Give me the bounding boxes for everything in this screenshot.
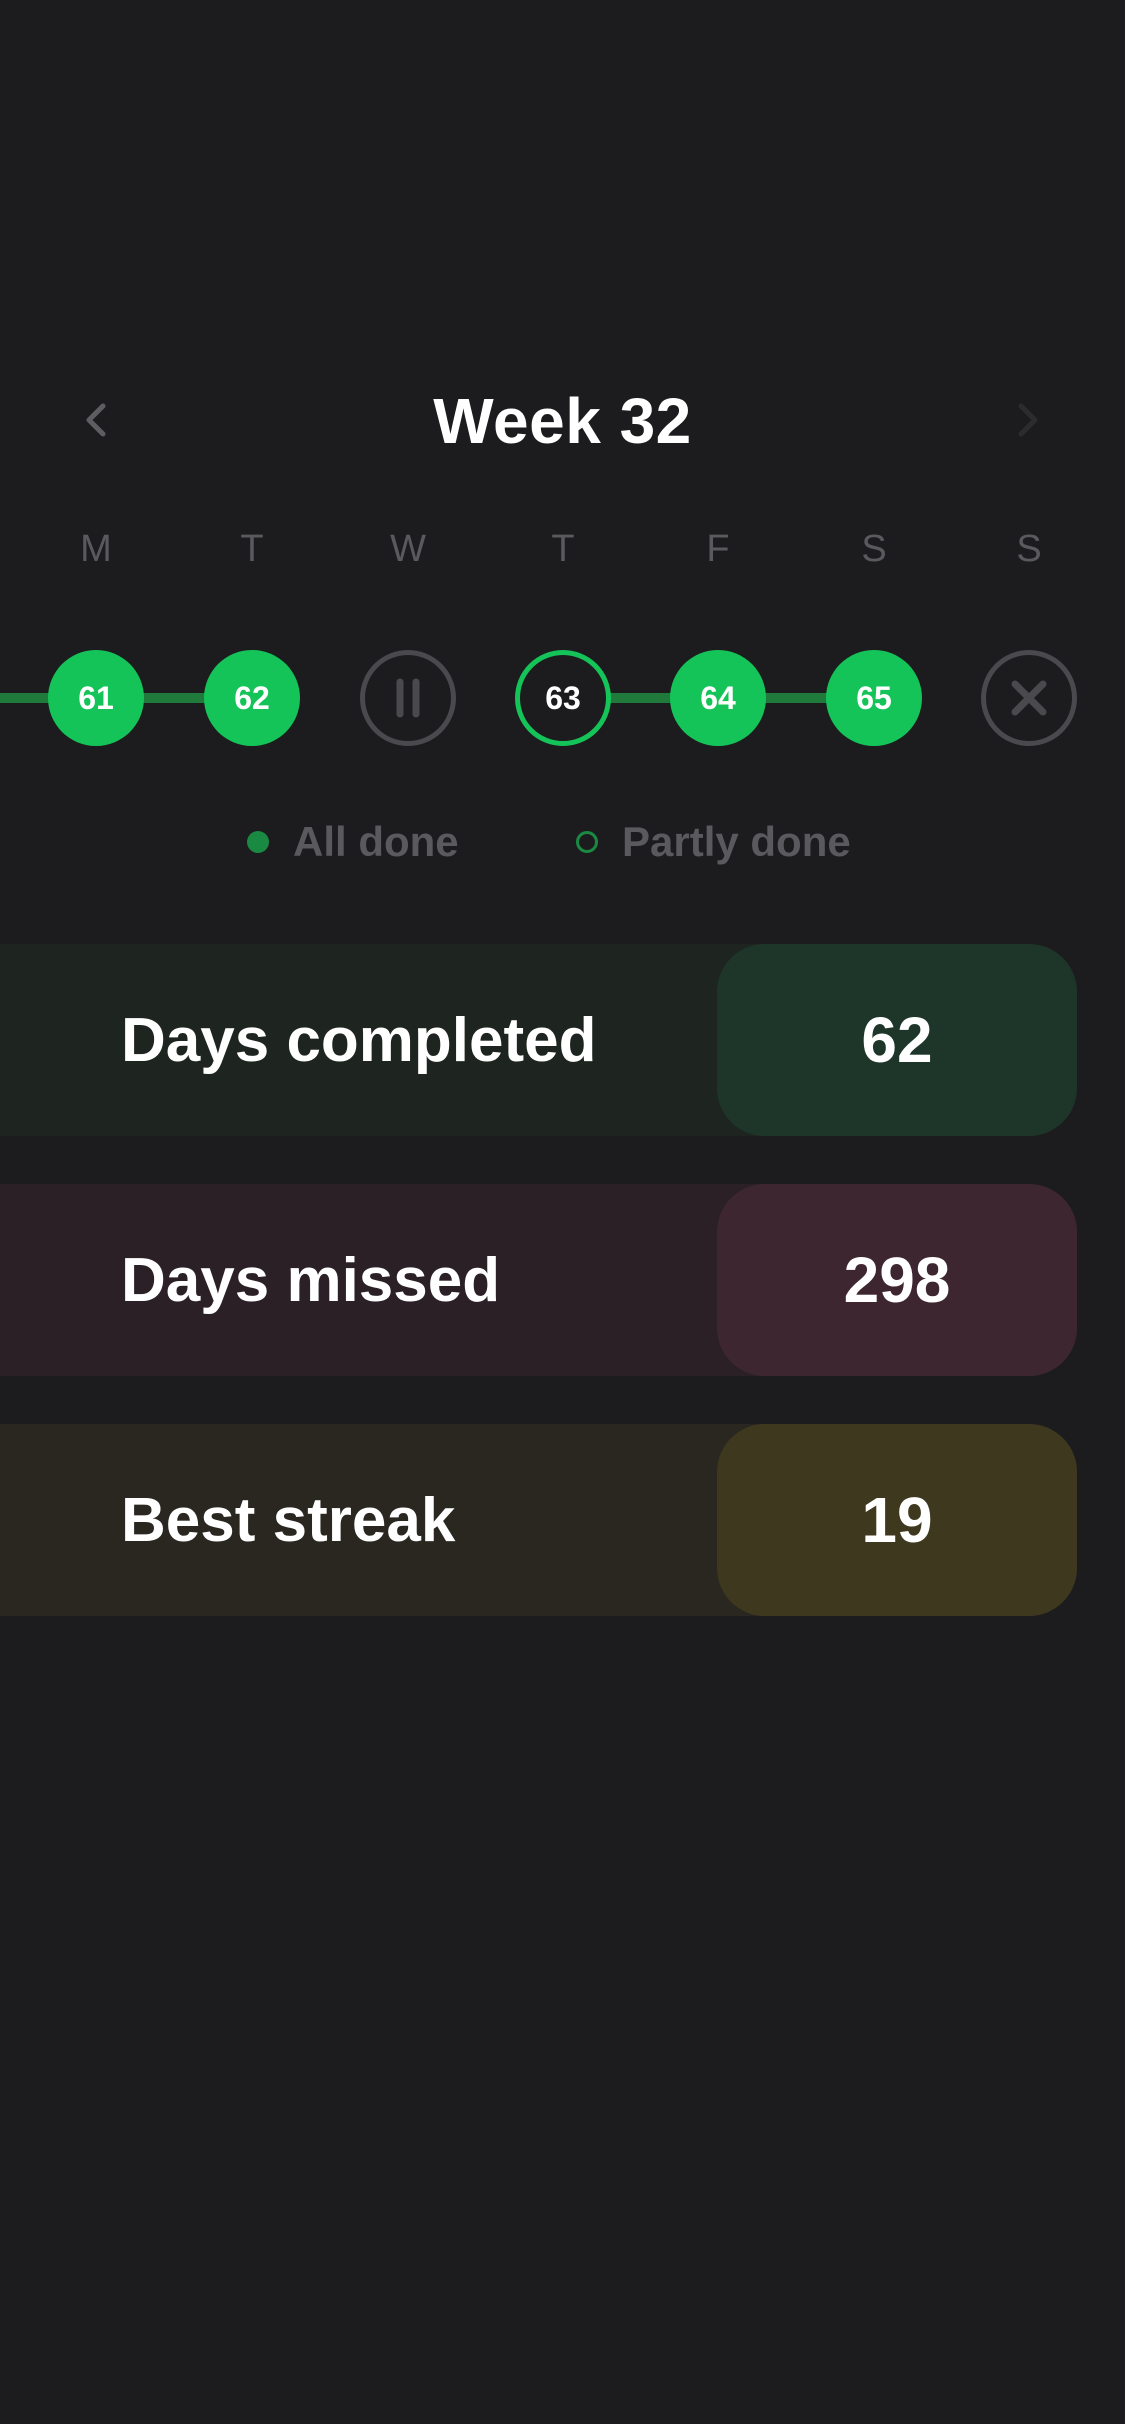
stat-label: Days missed: [121, 1245, 501, 1315]
stat-value: 19: [717, 1424, 1077, 1616]
stat-label: Best streak: [121, 1485, 456, 1555]
weekday-label-wed: W: [390, 528, 426, 570]
stat-card-days-missed: Days missed 298: [0, 1184, 1077, 1376]
day-circle-mon[interactable]: 61: [48, 650, 144, 746]
weekday-label-fri: F: [706, 528, 730, 570]
stat-card-days-completed: Days completed 62: [0, 944, 1077, 1136]
weekday-labels: M T W T F S S: [0, 528, 1125, 578]
weekday-label-mon: M: [80, 528, 112, 570]
day-circle-wed[interactable]: [360, 650, 456, 746]
weekday-label-thu: T: [551, 528, 575, 570]
day-circle-sat[interactable]: 65: [826, 650, 922, 746]
legend-partly-done-label: Partly done: [622, 818, 851, 865]
stat-value: 298: [717, 1184, 1077, 1376]
filled-dot-icon: [247, 831, 269, 853]
day-circle-thu[interactable]: 63: [515, 650, 611, 746]
chevron-right-icon: [1018, 403, 1038, 437]
legend-all-done-label: All done: [293, 818, 459, 865]
day-circle-tue[interactable]: 62: [204, 650, 300, 746]
day-circle-fri[interactable]: 64: [670, 650, 766, 746]
close-icon: [1011, 680, 1047, 716]
week-header: Week 32: [0, 370, 1125, 470]
weekday-label-sat: S: [861, 528, 887, 570]
next-week-button[interactable]: [1000, 392, 1056, 448]
week-days-row: 61 62 63 64 65: [0, 650, 1125, 746]
legend-all-done: All done: [247, 812, 459, 872]
stat-label: Days completed: [121, 1005, 597, 1075]
pause-icon: [396, 678, 420, 718]
stat-card-best-streak: Best streak 19: [0, 1424, 1077, 1616]
hollow-dot-icon: [576, 831, 598, 853]
legend: All done Partly done: [0, 812, 1125, 872]
weekday-label-sun: S: [1016, 528, 1042, 570]
week-title: Week 32: [433, 385, 692, 457]
stat-value: 62: [717, 944, 1077, 1136]
legend-partly-done: Partly done: [576, 812, 851, 872]
weekday-label-tue: T: [240, 528, 264, 570]
day-circle-sun[interactable]: [981, 650, 1077, 746]
